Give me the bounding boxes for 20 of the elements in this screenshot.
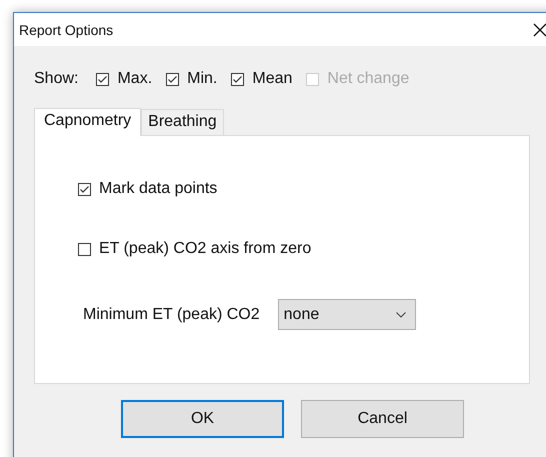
checkbox-label[interactable]: ET (peak) CO2 axis from zero	[99, 240, 312, 258]
show-label: Show:	[34, 70, 78, 88]
checkbox[interactable]	[166, 72, 180, 86]
dropdown[interactable]: none	[278, 299, 416, 330]
checkbox-label[interactable]: Mean	[252, 70, 292, 88]
checkbox[interactable]	[78, 182, 91, 196]
checkbox[interactable]	[78, 242, 91, 256]
close-icon[interactable]	[533, 22, 546, 36]
checkbox-label[interactable]: Min.	[187, 70, 218, 88]
checkbox-label[interactable]: Max.	[117, 70, 152, 88]
dialog-button[interactable]: Cancel	[301, 400, 464, 438]
checkbox[interactable]	[96, 72, 110, 86]
chevron-down-icon	[396, 312, 406, 318]
tab[interactable]: Capnometry	[34, 108, 142, 136]
window-title: Report Options	[19, 22, 114, 38]
tab[interactable]: Breathing	[141, 109, 224, 135]
dropdown-label: Minimum ET (peak) CO2	[83, 306, 260, 324]
dialog-button[interactable]: OK	[121, 400, 284, 438]
checkbox[interactable]	[231, 72, 244, 86]
checkbox-label[interactable]: Mark data points	[99, 180, 218, 198]
